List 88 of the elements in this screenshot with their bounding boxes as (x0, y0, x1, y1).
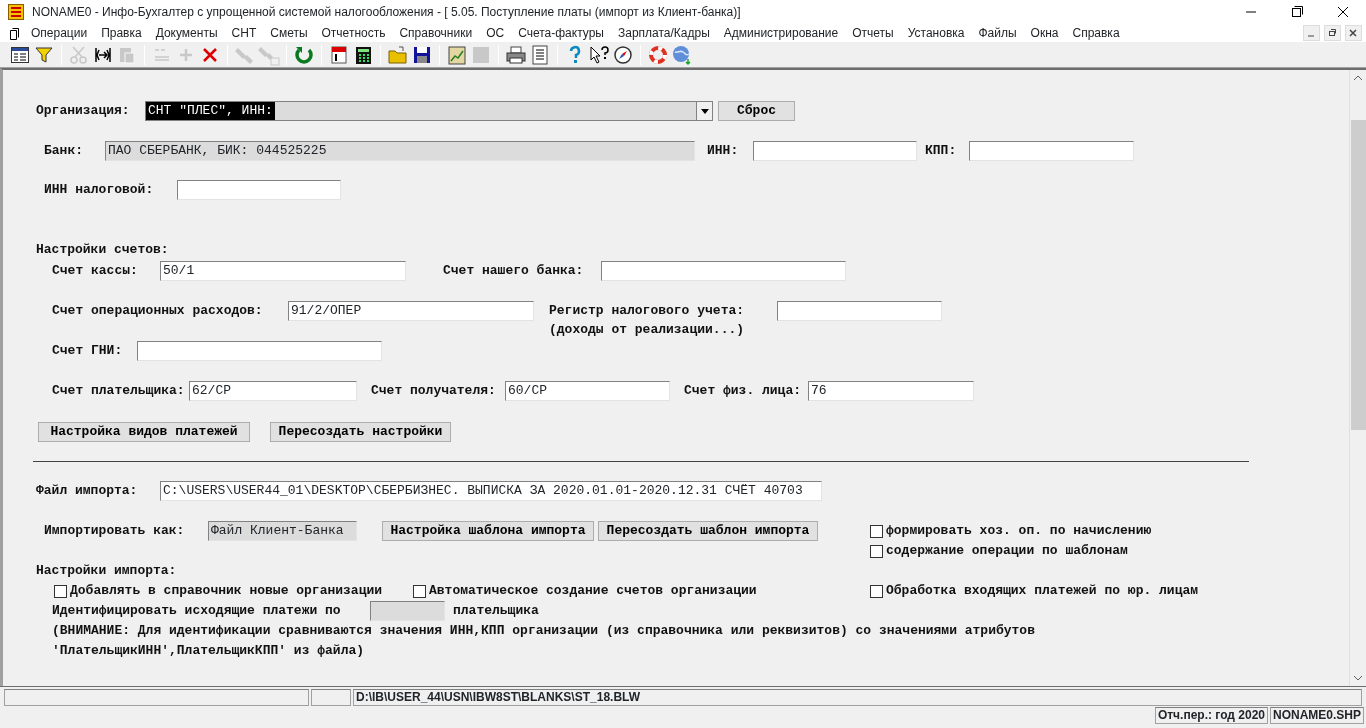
input-field[interactable]: Файл Клиент-Банка (208, 521, 357, 541)
window-title: NONAME0 - Инфо-Бухгалтер с упрощенной системой налогообложения - [ 5.05. Поступление платы (импорт из Клиент-банка)] (32, 4, 741, 21)
scrollbar[interactable] (1349, 70, 1366, 686)
menu-item[interactable]: СНТ (224, 24, 264, 42)
input-field[interactable] (370, 601, 445, 621)
field-label: ИНН: (707, 142, 739, 160)
printer-icon[interactable] (505, 43, 527, 66)
field-label: Идентифицировать исходящие платежи по (52, 602, 341, 620)
action-button[interactable]: Пересоздать настройки (270, 422, 451, 442)
input-field[interactable] (601, 261, 846, 281)
field-label: Счет кассы: (52, 262, 138, 280)
input-field[interactable]: 60/СР (505, 381, 670, 401)
checkbox[interactable] (870, 584, 883, 598)
action-button[interactable]: Сброс (718, 101, 795, 121)
input-field[interactable]: 76 (808, 381, 974, 401)
checkbox[interactable] (870, 524, 883, 538)
menu-item[interactable]: Справка (1065, 24, 1127, 42)
organization-combo[interactable]: СНТ "ПЛЕС", ИНН: (145, 101, 713, 121)
menu-item[interactable]: Правка (94, 24, 149, 42)
field-label: Импортировать как: (44, 522, 185, 540)
chart-icon[interactable] (446, 43, 468, 66)
field-label: Счет получателя: (371, 382, 496, 400)
input-field[interactable]: ПАО СБЕРБАНК, БИК: 044525225 (105, 141, 695, 161)
field-label: плательщика (453, 602, 539, 620)
input-field[interactable]: 62/СР (189, 381, 357, 401)
input-field[interactable]: 91/2/ОПЕР (288, 301, 534, 321)
input-field[interactable]: C:\USERS\USER44_01\DESKTOP\СБЕРБИЗНЕС. ВЫПИСКА ЗА 2020.01.01-2020.12.31 СЧЁТ 40703 (160, 481, 822, 501)
menu-item[interactable]: Окна (1023, 24, 1066, 42)
app-icon (8, 4, 24, 20)
checkbox[interactable] (413, 584, 426, 598)
action-button[interactable]: Пересоздать шаблон импорта (598, 521, 818, 541)
field-label: Счет физ. лица: (684, 382, 802, 400)
close-icon[interactable] (1345, 25, 1362, 41)
checkbox[interactable] (54, 584, 67, 598)
field-label: Счет плательщика: (52, 382, 185, 400)
status-text: NONAME0.SHP (1270, 707, 1364, 724)
restore-icon[interactable] (1324, 25, 1341, 41)
action-button[interactable]: Настройка шаблона импорта (382, 521, 594, 541)
globe-icon[interactable] (671, 43, 693, 66)
menu-item[interactable]: Отчетность (314, 24, 393, 42)
field-label: Регистр налогового учета: (549, 302, 745, 320)
field-label: Настройки импорта: (36, 562, 177, 580)
field-label: КПП: (925, 142, 957, 160)
field-label: Счет операционных расходов: (52, 302, 263, 320)
status-panel (311, 689, 351, 706)
page-icon[interactable] (529, 43, 551, 66)
document-icon[interactable] (8, 26, 20, 40)
field-label: Счет нашего банка: (443, 262, 584, 280)
menu-item[interactable]: Установка (900, 24, 972, 42)
checkbox-label: Обработка входящих платежей по юр. лицам (886, 582, 1199, 601)
input-field[interactable] (753, 141, 917, 161)
status-text: Отч.пер.: год 2020 (1154, 707, 1268, 724)
field-label: (доходы от реализации...) (549, 321, 745, 339)
input-field[interactable]: 50/1 (160, 261, 406, 281)
input-field[interactable] (177, 180, 341, 200)
field-label: Счет ГНИ: (52, 342, 123, 360)
lifebuoy-icon[interactable] (647, 43, 669, 66)
menu-item[interactable]: Администрирование (716, 24, 846, 42)
field-label: Настройки счетов: (36, 241, 169, 259)
field-label: Банк: (44, 142, 84, 160)
checkbox-label: содержание операции по шаблонам (886, 542, 1128, 561)
menu-item[interactable]: ОС (479, 24, 512, 42)
input-field[interactable] (777, 301, 942, 321)
menu-item[interactable]: Документы (148, 24, 225, 42)
checkbox-label: Добавлять в справочник новые организации (70, 582, 383, 601)
calendar-icon[interactable] (328, 43, 350, 66)
pointer-help-icon[interactable] (588, 43, 610, 66)
menu-item[interactable]: Сметы (263, 24, 315, 42)
checkbox[interactable] (870, 544, 883, 558)
menu-item[interactable]: Отчеты (845, 24, 901, 42)
menu-item[interactable]: Зарплата/Кадры (610, 24, 717, 42)
input-field[interactable] (969, 141, 1134, 161)
field-label: Файл импорта: (36, 482, 138, 500)
field-label: Организация: (36, 102, 130, 120)
field-label: 'ПлательщикИНН',ПлательщикКПП' из файла) (52, 642, 365, 660)
menu-item[interactable]: Справочники (392, 24, 480, 42)
menu-item[interactable]: Счета-фактуры (511, 24, 611, 42)
dropdown-icon[interactable] (700, 108, 709, 114)
checkbox-label: формировать хоз. оп. по начислению (886, 522, 1152, 541)
menu-item[interactable]: Операции (24, 24, 95, 42)
action-button[interactable]: Настройка видов платежей (38, 422, 250, 442)
field-label: (ВНИМАНИЕ: Для идентификации сравниваются значения ИНН,КПП организации (из справочника или реквизитов) со значениями атрибутов (52, 622, 1036, 640)
input-field[interactable] (137, 341, 382, 361)
checkbox-label: Автоматическое создание счетов организации (429, 582, 757, 601)
field-label: ИНН налоговой: (44, 181, 154, 199)
compass-icon[interactable] (612, 43, 634, 66)
menu-item[interactable]: Файлы (971, 24, 1024, 42)
status-text: D:\IB\USER_44\USN\IBW8ST\BLANKS\ST_18.BLW (353, 689, 1362, 706)
